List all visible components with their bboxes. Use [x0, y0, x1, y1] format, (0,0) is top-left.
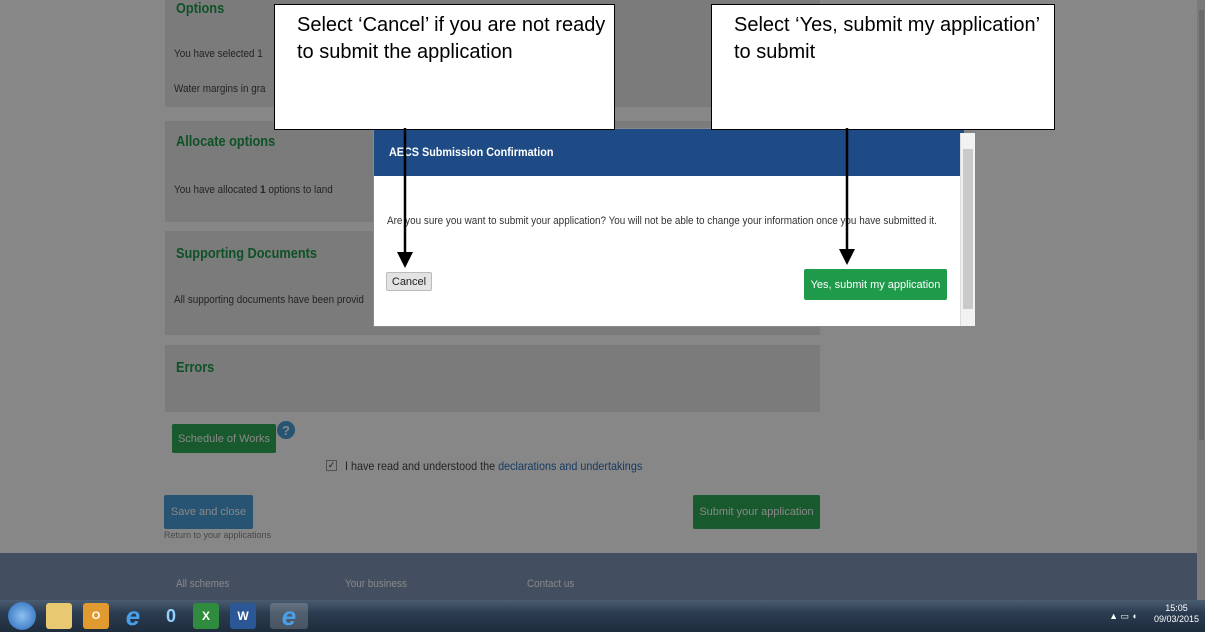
submit-callout: Select ‘Yes, submit my application’ to s… [711, 4, 1055, 130]
dialog-message: Are you sure you want to submit your app… [387, 215, 937, 227]
app-icon[interactable]: 0 [158, 603, 184, 629]
clock-date[interactable]: 09/03/2015 [1154, 614, 1199, 625]
excel-icon[interactable]: X [193, 603, 219, 629]
dialog-scrollbar[interactable] [960, 133, 975, 326]
submission-confirmation-dialog: AECS Submission Confirmation Are you sur… [373, 128, 965, 327]
system-tray: ▲ ▭ ◖ 15:05 09/03/2015 [1109, 603, 1199, 625]
tray-icons[interactable]: ▲ ▭ ◖ [1109, 611, 1137, 622]
dialog-header: AECS Submission Confirmation [374, 129, 964, 176]
internet-explorer-icon[interactable]: e [120, 601, 146, 631]
cancel-callout: Select ‘Cancel’ if you are not ready to … [274, 4, 615, 130]
cancel-callout-text: Select ‘Cancel’ if you are not ready to … [297, 14, 606, 63]
clock-time[interactable]: 15:05 [1154, 603, 1199, 614]
outlook-icon[interactable]: O [83, 603, 109, 629]
file-explorer-icon[interactable] [46, 603, 72, 629]
start-orb-icon[interactable] [8, 602, 36, 630]
confirm-submit-button[interactable]: Yes, submit my application [804, 269, 947, 300]
cancel-button[interactable]: Cancel [386, 272, 432, 291]
internet-explorer-active-icon[interactable]: e [270, 601, 308, 631]
dialog-scrollbar-thumb[interactable] [963, 149, 973, 309]
dialog-title: AECS Submission Confirmation [389, 145, 554, 159]
word-icon[interactable]: W [230, 603, 256, 629]
submit-callout-text: Select ‘Yes, submit my application’ to s… [734, 14, 1040, 63]
